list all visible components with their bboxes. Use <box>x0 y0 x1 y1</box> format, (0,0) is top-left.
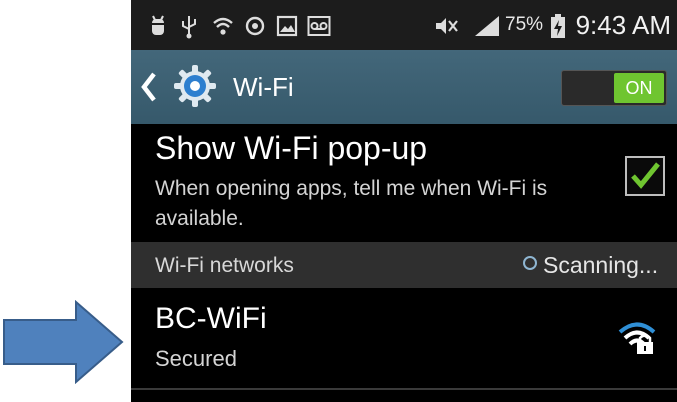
list-divider <box>131 388 677 390</box>
action-bar: Wi-Fi ON <box>131 50 677 124</box>
scanning-spinner-icon <box>523 256 537 270</box>
usb-icon <box>179 12 199 40</box>
battery-icon <box>549 12 567 40</box>
status-time: 9:43 AM <box>575 10 671 40</box>
right-arrow-icon <box>3 300 124 384</box>
network-status: Secured <box>155 346 237 371</box>
wifi-status-icon <box>211 12 235 40</box>
toggle-on-label: ON <box>614 73 664 103</box>
setting-description: When opening apps, tell me when Wi-Fi is… <box>155 177 548 230</box>
networks-section-header: Wi-Fi networks Scanning... <box>131 242 677 288</box>
status-bar: 75% 9:43 AM <box>131 0 677 50</box>
settings-gear-icon <box>174 65 216 107</box>
mute-icon <box>433 12 459 40</box>
network-name: BC-WiFi <box>155 302 267 335</box>
location-icon <box>243 12 267 40</box>
battery-percent: 75% <box>505 14 544 35</box>
phone-screen: 75% 9:43 AM Wi-Fi ON Show Wi-Fi pop-up W… <box>131 0 677 402</box>
scanning-label: Scanning... <box>543 252 659 278</box>
section-title: Wi-Fi networks <box>155 254 294 277</box>
page-title: Wi-Fi <box>233 72 294 102</box>
screenshot-canvas: 75% 9:43 AM Wi-Fi ON Show Wi-Fi pop-up W… <box>0 0 677 402</box>
wifi-lock-icon <box>618 322 656 354</box>
setting-title: Show Wi-Fi pop-up <box>155 130 428 166</box>
show-popup-setting[interactable]: Show Wi-Fi pop-up When opening apps, tel… <box>131 124 677 242</box>
gallery-icon <box>275 12 299 40</box>
voicemail-icon <box>307 12 331 40</box>
wifi-toggle[interactable]: ON <box>561 70 667 106</box>
popup-checkbox[interactable] <box>625 156 665 196</box>
network-list-item[interactable]: BC-WiFi Secured <box>131 288 677 388</box>
usb-debug-icon <box>147 12 169 40</box>
checkmark-icon <box>631 162 660 189</box>
back-chevron-icon[interactable] <box>139 70 159 104</box>
signal-icon <box>473 12 501 40</box>
